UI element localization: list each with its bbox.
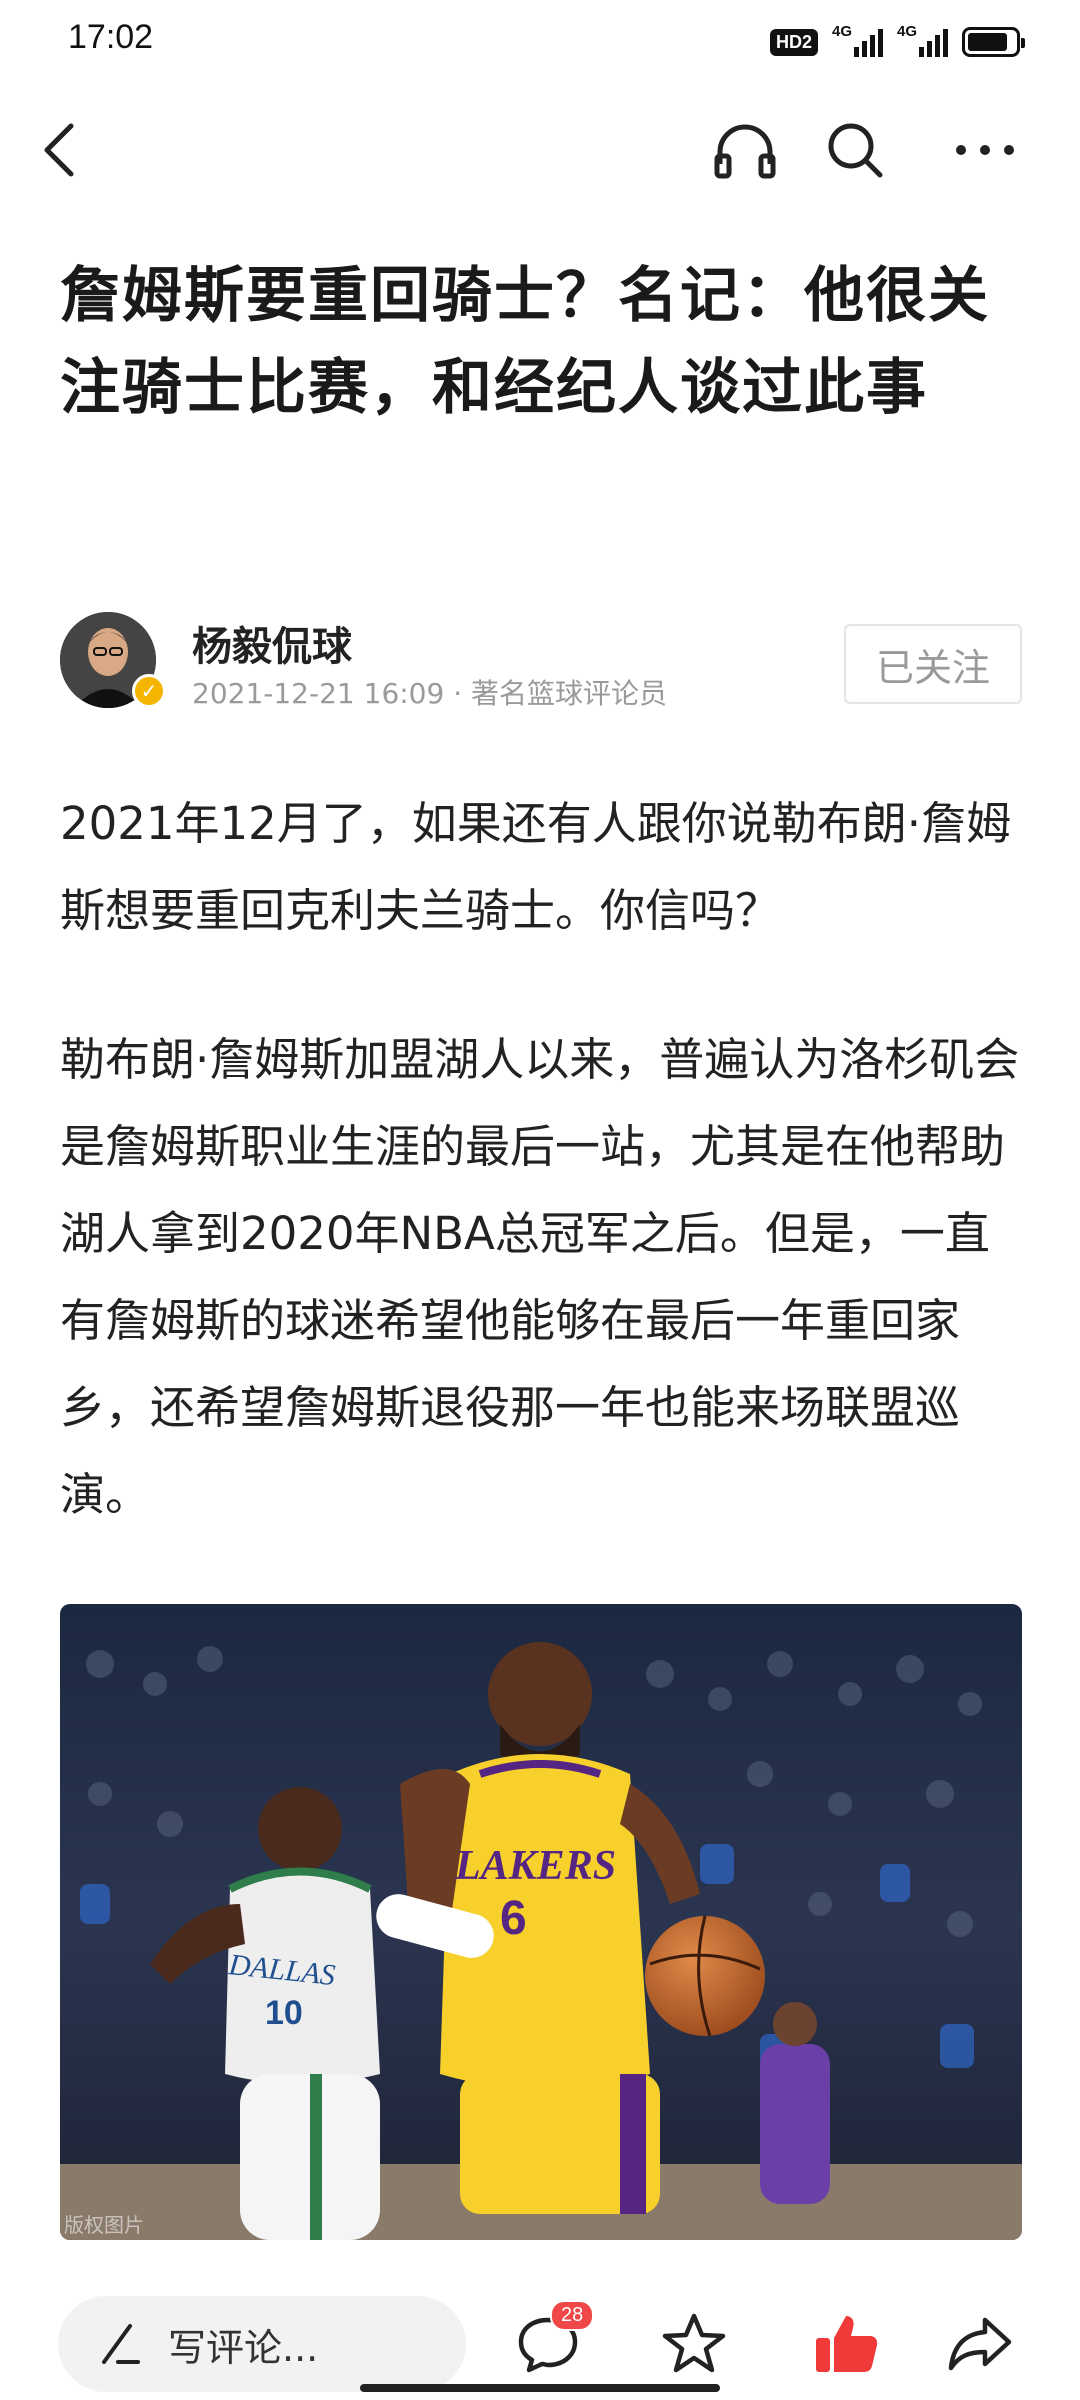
jersey-text-lakers: LAKERS	[454, 1843, 616, 1889]
back-button[interactable]	[14, 100, 104, 200]
share-arrow-icon	[948, 2317, 1012, 2371]
comments-button[interactable]: 28	[498, 2296, 598, 2392]
battery-icon	[962, 27, 1025, 57]
network-type-label-2: 4G	[897, 23, 918, 40]
battery-fill	[968, 33, 1008, 51]
more-icon	[956, 145, 1014, 155]
photo-watermark: 版权图片	[64, 2213, 144, 2237]
hd-voice-icon: HD2	[769, 28, 818, 56]
thumbs-up-icon	[816, 2316, 878, 2372]
star-icon	[662, 2313, 726, 2373]
search-button[interactable]	[810, 100, 900, 200]
signal-icon: 4G	[832, 23, 883, 57]
signal-icon-2: 4G	[897, 23, 948, 57]
top-nav	[0, 100, 1080, 200]
author-row: ✓ 杨毅侃球 2021-12-21 16:09 · 著名篮球评论员 已关注	[60, 612, 1022, 712]
back-arrow-icon	[44, 123, 74, 177]
jersey-number-lakers: 6	[500, 1892, 527, 1945]
basketball-photo: LAKERS 6 DALLAS 10 版权图片	[60, 1604, 1022, 2240]
favorite-button[interactable]	[644, 2296, 744, 2392]
search-icon	[828, 123, 883, 178]
like-button[interactable]	[796, 2296, 896, 2392]
paragraph: 2021年12月了，如果还有人跟你说勒布朗·詹姆斯想要重回克利夫兰骑士。你信吗？	[60, 797, 1012, 937]
network-type-label: 4G	[832, 23, 853, 40]
comment-placeholder: 写评论...	[168, 2325, 319, 2370]
bottom-action-bar: 写评论... 28	[0, 2276, 1080, 2400]
status-icons: HD2 4G 4G	[769, 22, 1025, 62]
listen-button[interactable]	[700, 100, 790, 200]
verified-icon: ✓	[132, 674, 166, 708]
home-indicator[interactable]	[360, 2384, 720, 2392]
article-body: 2021年12月了，如果还有人跟你说勒布朗·詹姆斯想要重回克利夫兰骑士。你信吗？…	[60, 780, 1022, 1600]
comment-input[interactable]: 写评论...	[58, 2296, 466, 2392]
article-photo[interactable]: LAKERS 6 DALLAS 10 版权图片	[60, 1604, 1022, 2240]
pen-icon	[102, 2324, 140, 2364]
more-button[interactable]	[940, 100, 1030, 200]
paragraph: 勒布朗·詹姆斯加盟湖人以来，普遍认为洛杉矶会是詹姆斯职业生涯的最后一站，尤其是在…	[60, 1033, 1020, 1521]
author-name[interactable]: 杨毅侃球	[192, 614, 352, 672]
author-meta: 2021-12-21 16:09 · 著名篮球评论员	[192, 677, 668, 710]
status-bar: 17:02 HD2 4G 4G	[0, 0, 1080, 84]
article-title: 詹姆斯要重回骑士？名记：他很关注骑士比赛，和经纪人谈过此事	[60, 261, 990, 423]
jersey-number-dallas: 10	[265, 1994, 303, 2032]
comment-count-badge: 28	[550, 2300, 595, 2331]
headphones-icon	[714, 124, 776, 179]
follow-button[interactable]: 已关注	[844, 624, 1022, 704]
status-time: 17:02	[68, 18, 154, 56]
share-button[interactable]	[930, 2296, 1030, 2392]
